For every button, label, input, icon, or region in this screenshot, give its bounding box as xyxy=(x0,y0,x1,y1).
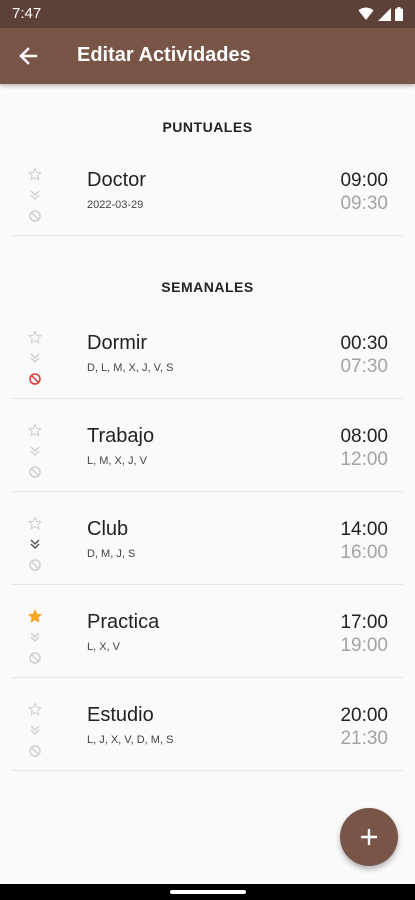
signal-icon xyxy=(378,7,391,21)
activity-row[interactable]: Trabajo L, M, X, J, V 08:00 12:00 xyxy=(12,399,403,492)
status-icons xyxy=(358,7,403,21)
activity-row[interactable]: Club D, M, J, S 14:00 16:00 xyxy=(12,492,403,585)
activity-detail: L, M, X, J, V xyxy=(87,455,147,467)
activity-row[interactable]: Practica L, X, V 17:00 19:00 xyxy=(12,585,403,678)
activity-name: Trabajo xyxy=(87,425,155,447)
star-icon[interactable] xyxy=(28,167,42,181)
star-icon[interactable] xyxy=(28,330,42,344)
activity-flags xyxy=(28,585,44,678)
priority-down-icon[interactable] xyxy=(28,723,42,737)
activity-flags xyxy=(28,306,44,399)
activity-name: Club xyxy=(87,518,129,540)
app-bar: Editar Actividades xyxy=(0,28,415,84)
activity-flags xyxy=(28,399,44,492)
activity-name: Estudio xyxy=(87,704,154,726)
block-icon[interactable] xyxy=(28,651,42,665)
activity-row[interactable]: Doctor 2022-03-29 09:00 09:30 xyxy=(12,143,403,236)
block-icon[interactable] xyxy=(28,744,42,758)
plus-icon xyxy=(361,829,377,845)
priority-down-icon[interactable] xyxy=(28,537,42,551)
activity-detail: L, J, X, V, D, M, S xyxy=(87,734,174,746)
back-button[interactable] xyxy=(12,40,44,72)
activity-detail: L, X, V xyxy=(87,641,121,653)
activity-row[interactable]: Dormir D, L, M, X, J, V, S 00:30 07:30 xyxy=(12,306,403,399)
priority-down-icon[interactable] xyxy=(28,444,42,458)
block-icon[interactable] xyxy=(28,465,42,479)
activity-start-time: 00:30 xyxy=(340,333,388,354)
activity-flags xyxy=(28,492,44,585)
block-icon[interactable] xyxy=(28,209,42,223)
activity-end-time: 12:00 xyxy=(340,449,388,470)
page-title: Editar Actividades xyxy=(77,44,251,66)
wifi-icon xyxy=(358,7,374,20)
activity-name: Doctor xyxy=(87,169,146,191)
activity-end-time: 16:00 xyxy=(340,542,388,563)
battery-icon xyxy=(395,7,403,21)
block-icon[interactable] xyxy=(28,558,42,572)
home-handle[interactable] xyxy=(170,890,246,894)
block-icon[interactable] xyxy=(28,372,42,386)
activity-start-time: 20:00 xyxy=(340,705,388,726)
activity-start-time: 09:00 xyxy=(340,170,388,191)
arrow-back-icon xyxy=(19,47,38,65)
system-nav-bar xyxy=(0,884,415,900)
priority-down-icon[interactable] xyxy=(28,188,42,202)
status-bar: 7:47 xyxy=(0,0,415,28)
priority-down-icon[interactable] xyxy=(28,630,42,644)
activity-detail: D, M, J, S xyxy=(87,548,136,560)
activity-end-time: 09:30 xyxy=(340,193,388,214)
star-icon[interactable] xyxy=(28,516,42,530)
star-icon[interactable] xyxy=(28,702,42,716)
add-activity-button[interactable] xyxy=(340,808,398,866)
activity-row[interactable]: Estudio L, J, X, V, D, M, S 20:00 21:30 xyxy=(12,678,403,771)
status-time: 7:47 xyxy=(12,5,42,22)
star-icon[interactable] xyxy=(28,423,42,437)
priority-down-icon[interactable] xyxy=(28,351,42,365)
activity-flags xyxy=(28,143,44,236)
activity-name: Practica xyxy=(87,611,160,633)
activity-end-time: 19:00 xyxy=(340,635,388,656)
activity-start-time: 17:00 xyxy=(340,612,388,633)
star-icon[interactable] xyxy=(28,609,42,623)
section-header-semanales: SEMANALES xyxy=(161,279,254,295)
activity-detail: D, L, M, X, J, V, S xyxy=(87,362,174,374)
activity-flags xyxy=(28,678,44,771)
activity-end-time: 21:30 xyxy=(340,728,388,749)
section-header-puntuales: PUNTUALES xyxy=(162,119,253,135)
activity-start-time: 14:00 xyxy=(340,519,388,540)
activity-end-time: 07:30 xyxy=(340,356,388,377)
activity-start-time: 08:00 xyxy=(340,426,388,447)
activity-name: Dormir xyxy=(87,332,147,354)
activity-detail: 2022-03-29 xyxy=(87,199,144,211)
